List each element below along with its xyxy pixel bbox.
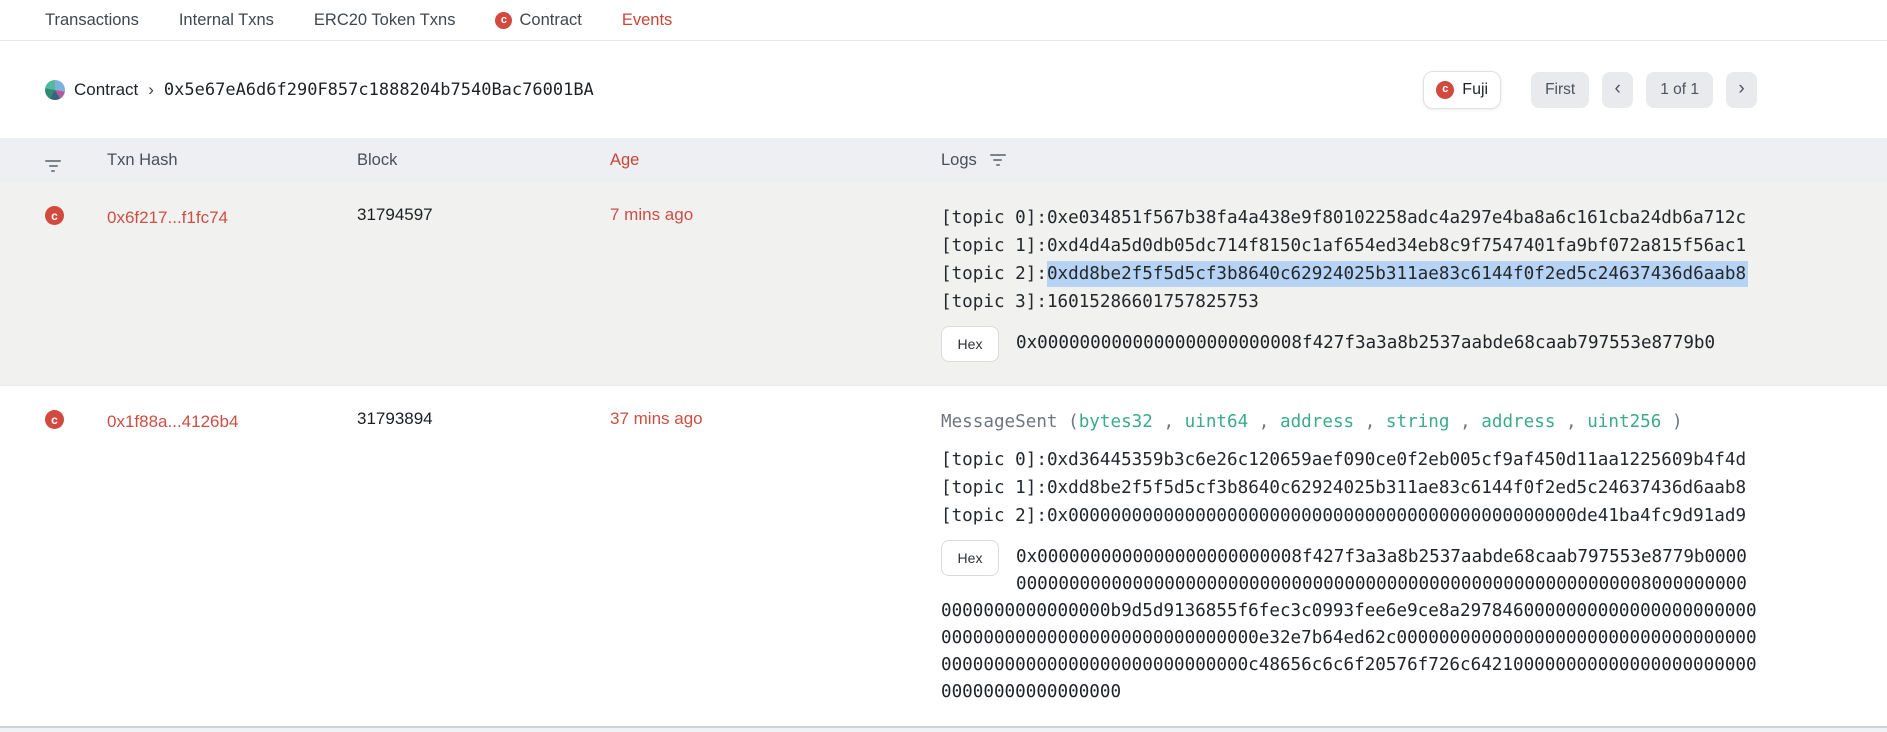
block-cell: 31793894	[357, 408, 610, 726]
txn-hash-link[interactable]: 0x6f217...f1fc74	[107, 204, 228, 229]
log-topic: [topic 0]:0xd36445359b3c6e26c120659aef09…	[941, 446, 1757, 474]
pagination-page-indicator: 1 of 1	[1646, 72, 1713, 108]
log-topic: [topic 1]:0xdd8be2f5f5d5cf3b8640c6292402…	[941, 474, 1757, 502]
txn-hash-cell: 0x1f88a...4126b4	[107, 408, 357, 726]
txn-hash-cell: 0x6f217...f1fc74	[107, 204, 357, 385]
tab-internal-txns[interactable]: Internal Txns	[179, 11, 274, 30]
topic-label: [topic 3]:	[941, 292, 1047, 312]
logs-cell: MessageSent (bytes32 , uint64 , address …	[941, 408, 1757, 726]
event-param-separator: ,	[1153, 412, 1185, 432]
event-param-separator: ,	[1449, 412, 1481, 432]
topic-value: 0x00000000000000000000000000000000000000…	[1047, 506, 1746, 526]
topic-value: 0xd36445359b3c6e26c120659aef090ce0f2eb00…	[1047, 450, 1746, 470]
event-table-row: c 0x6f217...f1fc74 31794597 7 mins ago [topi…	[0, 182, 1887, 385]
event-table-row: c 0x1f88a...4126b4 31793894 37 mins ago Mess…	[0, 385, 1887, 726]
event-param-separator: ,	[1248, 412, 1280, 432]
column-header-age[interactable]: Age	[610, 151, 941, 170]
column-header-txn-hash: Txn Hash	[107, 151, 357, 170]
row-method-cell: c	[0, 408, 107, 726]
event-param-type: uint256	[1587, 412, 1661, 432]
network-badge[interactable]: c Fuji	[1423, 71, 1501, 109]
event-param-type: string	[1386, 412, 1450, 432]
log-data-value: 0x0000000000000000000000008f427f3a3a8b25…	[941, 330, 1757, 357]
log-data-block: Hex0x0000000000000000000000008f427f3a3a8…	[941, 544, 1757, 706]
tabs-bar: Transactions Internal Txns ERC20 Token Txn…	[0, 0, 1887, 41]
contract-address: 0x5e67eA6d6f290F857c1888204b7540Bac76001…	[164, 80, 594, 100]
block-cell: 31794597	[357, 204, 610, 385]
pagination-first-button[interactable]: First	[1531, 72, 1589, 108]
event-param-separator: ,	[1555, 412, 1587, 432]
tab-transactions[interactable]: Transactions	[45, 11, 139, 30]
contract-c-icon: c	[495, 12, 512, 29]
logs-cell: [topic 0]:0xe034851f567b38fa4a438e9f8010…	[941, 204, 1757, 385]
topic-label: [topic 1]:	[941, 236, 1047, 256]
event-param-type: address	[1481, 412, 1555, 432]
log-topic: [topic 3]:16015286601757825753	[941, 288, 1757, 316]
tab-label: Internal Txns	[179, 11, 274, 30]
tab-label: Events	[622, 11, 672, 30]
table-header: Txn Hash Block Age Logs	[0, 138, 1887, 182]
log-data-block: Hex0x0000000000000000000000008f427f3a3a8…	[941, 330, 1757, 362]
pagination-prev-button[interactable]: ‹	[1602, 72, 1633, 108]
log-topic: [topic 2]:0xdd8be2f5f5d5cf3b8640c6292402…	[941, 260, 1757, 288]
event-name: MessageSent (	[941, 412, 1079, 432]
event-param-type: address	[1280, 412, 1354, 432]
topic-value: 16015286601757825753	[1047, 292, 1259, 312]
block-number-link[interactable]: 31794597	[357, 202, 433, 224]
breadcrumb-separator-icon: ›	[148, 80, 154, 100]
tab-label: Contract	[519, 11, 581, 30]
log-topic: [topic 2]:0x0000000000000000000000000000…	[941, 502, 1757, 530]
log-topic: [topic 1]:0xd4d4a5d0db05dc714f8150c1af65…	[941, 232, 1757, 260]
topic-label: [topic 1]:	[941, 478, 1047, 498]
breadcrumb: Contract › 0x5e67eA6d6f290F857c1888204b7…	[45, 80, 594, 100]
event-signature: MessageSent (bytes32 , uint64 , address …	[941, 408, 1757, 436]
logs-filter-icon[interactable]	[990, 154, 1006, 166]
log-topic: [topic 0]:0xe034851f567b38fa4a438e9f8010…	[941, 204, 1757, 232]
contract-call-icon: c	[45, 206, 64, 225]
tab-events[interactable]: Events	[622, 11, 672, 30]
topic-label: [topic 0]:	[941, 208, 1047, 228]
row-method-cell: c	[0, 204, 107, 385]
filter-icon[interactable]	[45, 160, 61, 172]
next-row-edge	[0, 728, 1887, 732]
column-header-logs: Logs	[941, 151, 977, 170]
topic-value: 0xd4d4a5d0db05dc714f8150c1af654ed34eb8c9…	[1047, 236, 1746, 256]
age-cell: 37 mins ago	[610, 408, 941, 726]
event-param-type: uint64	[1185, 412, 1249, 432]
hex-toggle-button[interactable]: Hex	[941, 540, 999, 576]
event-param-type: bytes32	[1079, 412, 1153, 432]
txn-hash-link[interactable]: 0x1f88a...4126b4	[107, 408, 238, 433]
log-data-value: 0x0000000000000000000000008f427f3a3a8b25…	[941, 544, 1757, 706]
c-chain-icon: c	[1436, 81, 1454, 99]
age-value: 7 mins ago	[610, 202, 693, 224]
contract-identicon-icon	[45, 80, 65, 100]
tab-contract[interactable]: c Contract	[495, 11, 581, 30]
tab-label: Transactions	[45, 11, 139, 30]
tab-erc20-token-txns[interactable]: ERC20 Token Txns	[314, 11, 456, 30]
column-header-block: Block	[357, 151, 610, 170]
topic-value: 0xdd8be2f5f5d5cf3b8640c62924025b311ae83c…	[1047, 478, 1746, 498]
topic-value: 0xe034851f567b38fa4a438e9f80102258adc4a2…	[1047, 208, 1746, 228]
event-param-separator: )	[1661, 412, 1682, 432]
hex-toggle-button[interactable]: Hex	[941, 326, 999, 362]
tab-label: ERC20 Token Txns	[314, 11, 456, 30]
pagination-next-button[interactable]: ›	[1726, 72, 1757, 108]
network-name: Fuji	[1462, 81, 1488, 99]
topic-label: [topic 2]:	[941, 264, 1047, 284]
contract-header: Contract › 0x5e67eA6d6f290F857c1888204b7…	[0, 41, 1887, 138]
age-cell: 7 mins ago	[610, 204, 941, 385]
topic-label: [topic 0]:	[941, 450, 1047, 470]
topic-value: 0xdd8be2f5f5d5cf3b8640c62924025b311ae83c…	[1047, 261, 1748, 287]
age-value: 37 mins ago	[610, 406, 703, 428]
breadcrumb-root: Contract	[74, 80, 138, 100]
topic-label: [topic 2]:	[941, 506, 1047, 526]
block-number-link[interactable]: 31793894	[357, 406, 433, 428]
event-param-separator: ,	[1354, 412, 1386, 432]
contract-call-icon: c	[45, 410, 64, 429]
